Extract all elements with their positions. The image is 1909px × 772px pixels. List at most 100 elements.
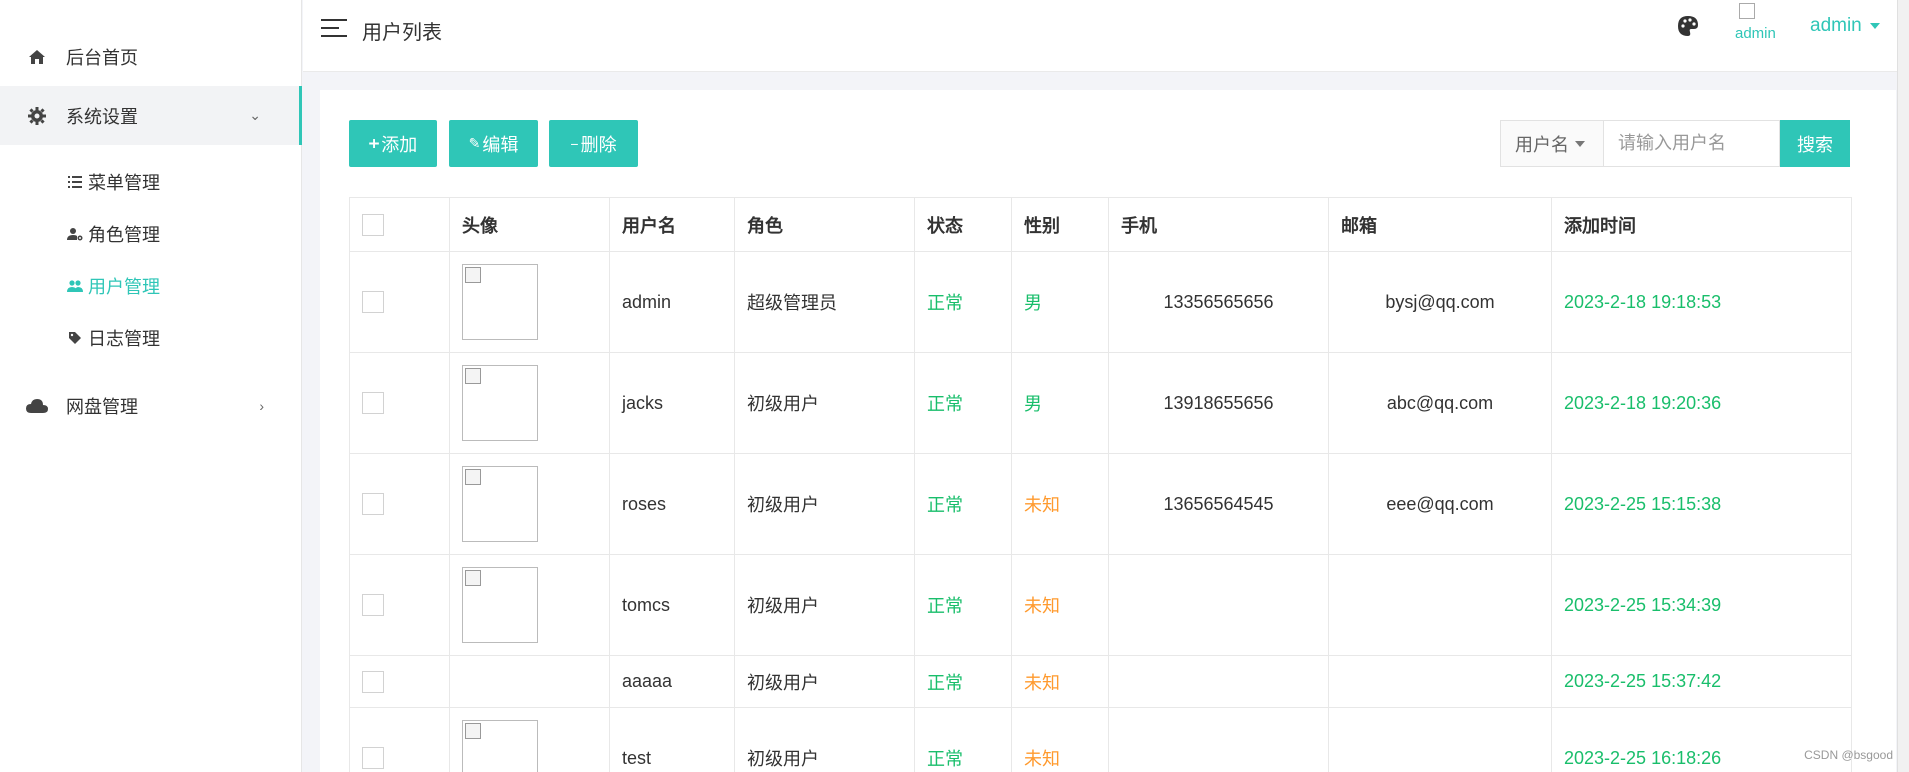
edit-user-button[interactable]: ✎ 编辑 [449,120,538,167]
added-time-cell: 2023-2-25 16:18:26 [1551,707,1852,772]
sidebar-item-system-settings[interactable]: 系统设置 ⌄ [0,86,302,145]
email-cell [1328,707,1552,772]
add-button-label: 添加 [381,134,418,155]
user-plus-icon: ➕︎ [368,135,380,151]
user-table: 头像 用户名 角色 状态 性别 手机 邮箱 添加时间 admin 超级管理员 正… [349,197,1852,772]
row-checkbox[interactable] [362,291,384,313]
watermark: CSDN @bsgood [1804,748,1893,762]
user-minus-icon: − [570,135,579,152]
sidebar-subitem-role[interactable]: 角色管理 [66,214,160,254]
table-header-row: 头像 用户名 角色 状态 性别 手机 邮箱 添加时间 [349,197,1852,252]
sidebar-subitem-user[interactable]: 用户管理 [66,266,160,306]
status-cell: 正常 [914,453,1012,555]
table-row[interactable]: tomcs 初级用户 正常 未知 2023-2-25 15:34:39 [349,554,1852,656]
tags-icon [66,329,84,347]
gender-cell: 未知 [1011,707,1109,772]
column-header: 邮箱 [1328,197,1552,252]
sidebar-subitem-label: 日志管理 [88,329,160,349]
role-cell: 初级用户 [734,453,915,555]
column-header: 添加时间 [1551,197,1852,252]
added-time-cell: 2023-2-25 15:37:42 [1551,655,1852,708]
palette-icon[interactable] [1677,15,1699,37]
status-cell: 正常 [914,554,1012,656]
avatar-empty-cell [449,655,610,708]
phone-cell [1108,554,1329,656]
user-cog-icon [66,225,84,243]
row-checkbox[interactable] [362,493,384,515]
gender-cell: 男 [1011,352,1109,454]
add-user-button[interactable]: ➕︎ 添加 [349,120,437,167]
sidebar-item-label: 网盘管理 [66,396,138,417]
role-cell: 初级用户 [734,655,915,708]
edit-button-label: 编辑 [482,134,519,155]
table-row[interactable]: aaaaa 初级用户 正常 未知 2023-2-25 15:37:42 [349,655,1852,708]
table-row[interactable]: test 初级用户 正常 未知 2023-2-25 16:18:26 [349,707,1852,772]
gender-cell: 未知 [1011,554,1109,656]
avatar-image [462,466,538,542]
chevron-right-icon: › [259,397,264,414]
row-checkbox[interactable] [362,392,384,414]
caret-down-icon[interactable] [1870,23,1880,29]
email-cell [1328,655,1552,708]
phone-cell [1108,707,1329,772]
sidebar-item-label: 后台首页 [66,47,138,68]
delete-user-button[interactable]: − 删除 [549,120,638,167]
sidebar-item-home[interactable]: 后台首页 [0,27,302,86]
table-row[interactable]: admin 超级管理员 正常 男 13356565656 bysj@qq.com… [349,251,1852,353]
avatar[interactable]: admin [1735,3,1791,57]
gender-cell: 男 [1011,251,1109,353]
column-header: 用户名 [609,197,735,252]
broken-image-icon [1739,3,1755,19]
user-menu[interactable]: admin [1810,15,1862,37]
list-icon [66,173,84,191]
sidebar-subitem-log[interactable]: 日志管理 [66,318,160,358]
search-button[interactable]: 搜索 [1780,120,1850,167]
username-cell: test [609,707,735,772]
table-row[interactable]: roses 初级用户 正常 未知 13656564545 eee@qq.com … [349,453,1852,555]
column-header: 状态 [914,197,1012,252]
sidebar-item-netdisk[interactable]: 网盘管理 › [0,376,302,435]
search-field-label: 用户名 [1515,134,1569,155]
sidebar-item-label: 系统设置 [66,106,138,127]
status-cell: 正常 [914,352,1012,454]
phone-cell [1108,655,1329,708]
cloud-icon [26,395,48,417]
sidebar-subitem-menu[interactable]: 菜单管理 [66,162,160,202]
role-cell: 超级管理员 [734,251,915,353]
table-row[interactable]: jacks 初级用户 正常 男 13918655656 abc@qq.com 2… [349,352,1852,454]
avatar-image [462,567,538,643]
avatar-image [462,720,538,772]
column-header: 头像 [449,197,610,252]
gear-icon [26,105,48,127]
sidebar-subitem-label: 菜单管理 [88,173,160,193]
gender-cell: 未知 [1011,453,1109,555]
username-cell: roses [609,453,735,555]
row-checkbox[interactable] [362,747,384,769]
page-scrollbar[interactable] [1897,0,1909,772]
email-cell [1328,554,1552,656]
username-cell: admin [609,251,735,353]
status-cell: 正常 [914,655,1012,708]
select-all-cell[interactable] [349,197,450,252]
search-input[interactable] [1604,120,1780,167]
caret-down-icon [1575,140,1585,147]
role-cell: 初级用户 [734,707,915,772]
column-header: 性别 [1011,197,1109,252]
username-cell: jacks [609,352,735,454]
search-field-select[interactable]: 用户名 [1500,120,1604,167]
users-icon [66,277,84,295]
avatar-image [462,365,538,441]
menu-toggle-icon[interactable] [321,19,347,39]
home-icon [26,46,48,68]
row-checkbox[interactable] [362,594,384,616]
sidebar: 后台首页 系统设置 ⌄ 菜单管理 角色管理 用户管理 日志管理 网盘管理 › [0,0,302,772]
select-all-checkbox[interactable] [362,213,384,236]
phone-cell: 13918655656 [1108,352,1329,454]
email-cell: eee@qq.com [1328,453,1552,555]
added-time-cell: 2023-2-18 19:20:36 [1551,352,1852,454]
page-title: 用户列表 [362,22,442,44]
row-checkbox[interactable] [362,670,384,693]
user-edit-icon: ✎ [468,135,481,151]
added-time-cell: 2023-2-25 15:15:38 [1551,453,1852,555]
username-cell: aaaaa [609,655,735,708]
